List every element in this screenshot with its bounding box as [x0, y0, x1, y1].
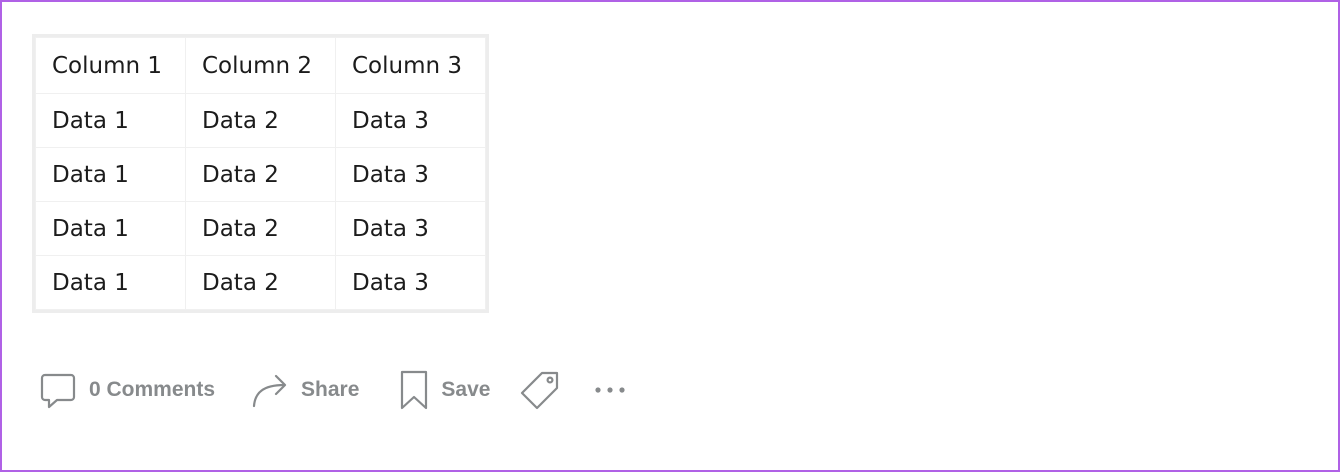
table-cell: Data 3: [335, 201, 486, 256]
table-cell: Data 1: [35, 147, 186, 202]
table-header-cell: Column 2: [185, 37, 336, 94]
bookmark-icon: [399, 370, 429, 410]
data-table-container: Column 1 Column 2 Column 3 Data 1 Data 2…: [32, 34, 489, 313]
more-dots-icon: [594, 385, 626, 395]
table-cell: Data 2: [185, 201, 336, 256]
table-row: Data 1 Data 2 Data 3: [35, 93, 486, 148]
comment-icon: [39, 371, 77, 409]
share-button[interactable]: Share: [251, 371, 359, 409]
share-label: Share: [301, 378, 360, 401]
post-action-bar: 0 Comments Share Save: [39, 368, 626, 412]
table-cell: Data 1: [35, 255, 186, 310]
comments-button[interactable]: 0 Comments: [39, 371, 215, 409]
table-cell: Data 1: [35, 201, 186, 256]
table-cell: Data 2: [185, 255, 336, 310]
table-header-cell: Column 3: [335, 37, 486, 94]
table-cell: Data 2: [185, 93, 336, 148]
save-button[interactable]: Save: [399, 370, 490, 410]
save-label: Save: [441, 378, 491, 401]
post-container: Column 1 Column 2 Column 3 Data 1 Data 2…: [0, 0, 1340, 472]
table-cell: Data 3: [335, 147, 486, 202]
table-row: Data 1 Data 2 Data 3: [35, 255, 486, 310]
table-cell: Data 3: [335, 93, 486, 148]
table-row: Data 1 Data 2 Data 3: [35, 201, 486, 256]
share-arrow-icon: [251, 371, 289, 409]
more-options-button[interactable]: [594, 385, 626, 395]
comments-label: 0 Comments: [89, 378, 216, 401]
tag-button[interactable]: [520, 370, 560, 410]
tag-icon: [520, 370, 560, 410]
table-cell: Data 2: [185, 147, 336, 202]
table-row: Data 1 Data 2 Data 3: [35, 147, 486, 202]
table-header-row: Column 1 Column 2 Column 3: [35, 37, 486, 94]
data-table: Column 1 Column 2 Column 3 Data 1 Data 2…: [35, 37, 486, 310]
table-cell: Data 3: [335, 255, 486, 310]
table-cell: Data 1: [35, 93, 186, 148]
table-header-cell: Column 1: [35, 37, 186, 94]
